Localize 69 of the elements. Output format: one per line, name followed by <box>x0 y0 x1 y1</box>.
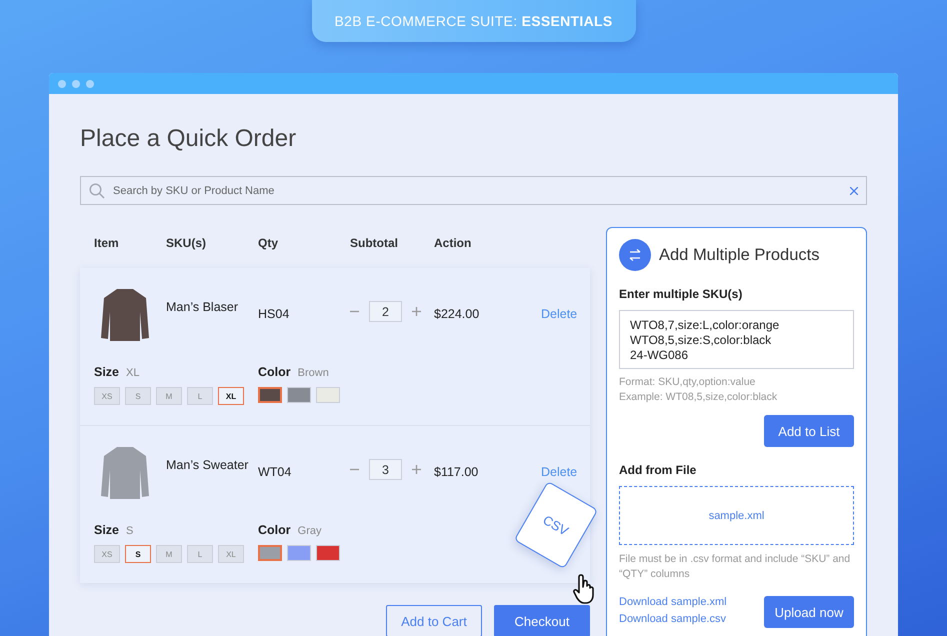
size-option[interactable]: XL <box>218 387 244 405</box>
clear-icon[interactable] <box>850 186 858 194</box>
column-header: Qty <box>258 236 280 252</box>
download-link[interactable]: Download sample.xml <box>619 594 727 611</box>
size-option[interactable]: L <box>187 387 213 405</box>
upload-button[interactable]: Upload now <box>764 596 854 628</box>
search-input[interactable]: Search by SKU or Product Name <box>113 184 842 196</box>
format-hint: Format: SKU,qty,option:value <box>619 375 756 390</box>
sku-textarea[interactable]: WTO8,7,size:L,color:orange WTO8,5,size:S,color:black 24-WG086 <box>619 310 854 369</box>
plus-icon[interactable] <box>412 307 421 316</box>
format-hint: Example: WT08,5,size,color:black <box>619 390 778 405</box>
search-icon <box>89 182 105 198</box>
plus-icon[interactable] <box>412 465 421 474</box>
product-name: Man’s Blaser <box>166 299 240 314</box>
subtotal-text: $117.00 <box>434 464 480 479</box>
size-option[interactable]: M <box>156 545 182 563</box>
color-swatch[interactable] <box>287 387 311 403</box>
column-header: Action <box>434 236 472 252</box>
delete-link[interactable]: Delete <box>541 286 590 321</box>
size-option[interactable]: S <box>125 387 151 405</box>
column-header: Subtotal <box>350 236 399 252</box>
color-swatch[interactable] <box>258 387 282 403</box>
download-link[interactable]: Download sample.csv <box>619 611 727 628</box>
panel-title: Add Multiple Products <box>659 246 820 264</box>
size-option[interactable]: M <box>156 387 182 405</box>
sweater-drawing <box>100 444 150 500</box>
color-value: Brown <box>298 367 329 379</box>
color-swatch[interactable] <box>316 387 340 403</box>
delete-link[interactable]: Delete <box>541 444 590 479</box>
file-name: sample.xml <box>708 510 764 522</box>
size-label: Size <box>94 523 120 537</box>
file-drop-zone[interactable]: sample.xml <box>619 486 854 545</box>
color-label: Color <box>258 523 291 537</box>
size-value: S <box>126 525 134 537</box>
column-header: Item <box>94 236 120 252</box>
window-dot <box>72 80 80 88</box>
jacket-drawing <box>100 286 150 342</box>
column-header: SKU(s) <box>166 236 208 252</box>
product-name: Man’s Sweater <box>166 457 250 472</box>
size-option[interactable]: L <box>187 545 213 563</box>
page-title: Place a Quick Order <box>80 125 298 153</box>
sku-text: WT04 <box>258 464 292 479</box>
banner-title: B2B E-COMMERCE SUITE: ESSENTIALS <box>334 13 612 29</box>
checkout-button[interactable]: Checkout <box>494 605 590 636</box>
window-dot <box>58 80 66 88</box>
color-swatch[interactable] <box>258 545 282 561</box>
file-format-note: File must be in .csv format and include “SKU” and “QTY” columns <box>619 552 852 582</box>
add-to-list-button[interactable]: Add to List <box>764 415 854 447</box>
sku-input-label: Enter multiple SKU(s) <box>619 287 744 301</box>
quantity-field[interactable]: 3 <box>369 459 402 480</box>
file-type-label: CSV <box>540 512 572 538</box>
sku-text: HS04 <box>258 306 290 321</box>
size-label: Size <box>94 365 120 379</box>
size-option[interactable]: S <box>125 545 151 563</box>
window-dot <box>86 80 94 88</box>
search-field[interactable]: Search by SKU or Product Name <box>80 176 867 205</box>
size-option[interactable]: XS <box>94 387 120 405</box>
size-option[interactable]: XS <box>94 545 120 563</box>
size-option[interactable]: XL <box>218 545 244 563</box>
subtotal-text: $224.00 <box>434 306 480 321</box>
color-swatch[interactable] <box>287 545 311 561</box>
swap-arrows-icon <box>619 239 651 271</box>
color-label: Color <box>258 365 291 379</box>
add-to-cart-button[interactable]: Add to Cart <box>386 605 482 636</box>
file-section-label: Add from File <box>619 463 698 477</box>
color-value: Gray <box>298 525 322 537</box>
size-value: XL <box>126 367 140 379</box>
color-swatch[interactable] <box>316 545 340 561</box>
quantity-field[interactable]: 2 <box>369 301 402 322</box>
